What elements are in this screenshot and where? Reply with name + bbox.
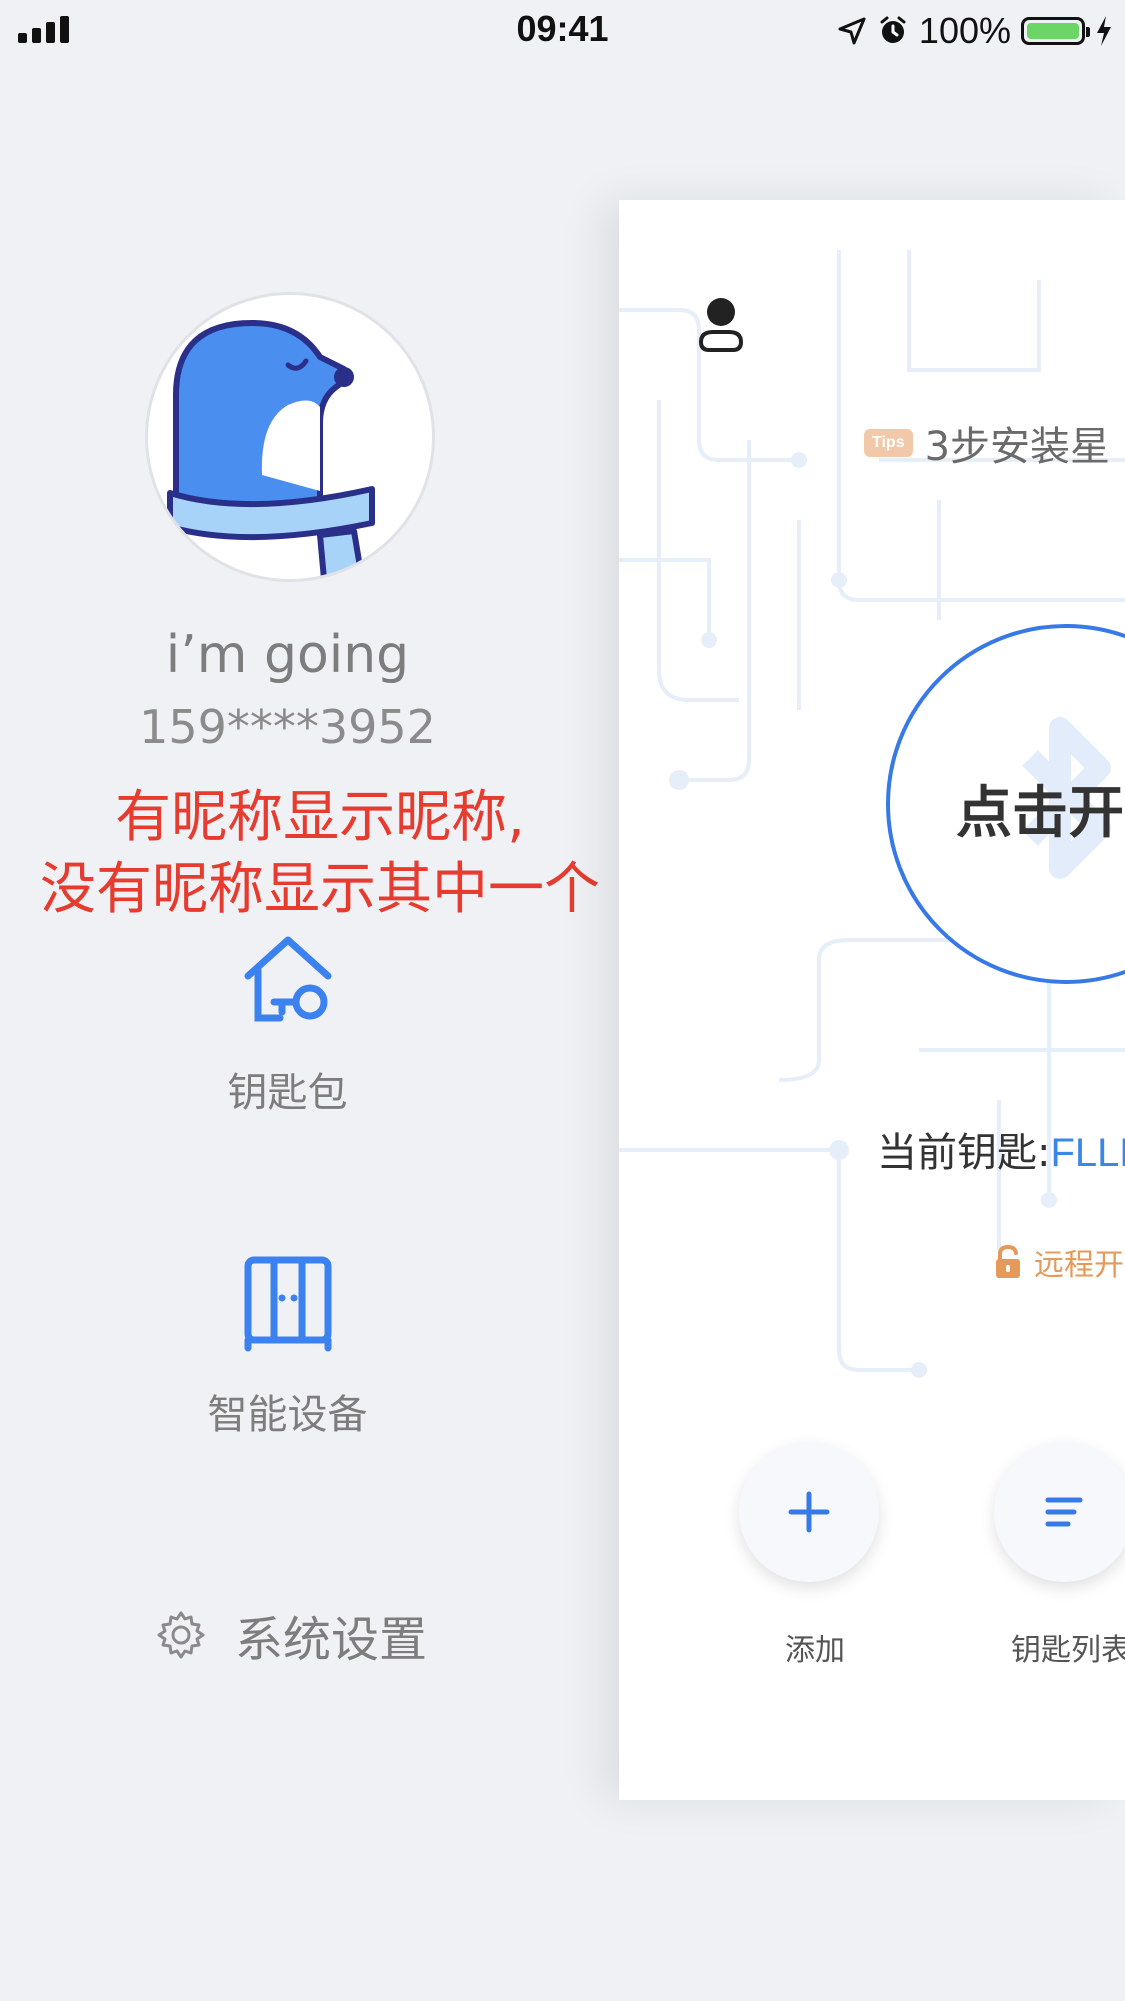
menu-label-key-wallet: 钥匙包 bbox=[227, 1070, 348, 1116]
user-profile-icon[interactable] bbox=[693, 296, 749, 352]
cabinet-icon bbox=[244, 1256, 331, 1352]
mole-avatar-icon bbox=[167, 320, 375, 579]
list-icon bbox=[1045, 1497, 1083, 1527]
add-label: 添加 bbox=[785, 1633, 845, 1668]
current-key-value: FLLL bbox=[1050, 1131, 1125, 1175]
key-list-label: 钥匙列表 bbox=[1011, 1633, 1125, 1668]
current-key: 当前钥匙:FLLL bbox=[877, 1120, 1125, 1178]
plus-icon bbox=[788, 1491, 830, 1533]
house-key-icon bbox=[244, 936, 331, 1022]
add-button[interactable] bbox=[739, 1442, 879, 1582]
tips-text: 3步安装星 bbox=[924, 424, 1111, 470]
annotation-line-2: 没有昵称显示其中一个 bbox=[40, 857, 600, 922]
remote-open-button[interactable]: 远程开 bbox=[994, 1240, 1124, 1284]
tips-badge: Tips bbox=[864, 429, 913, 457]
system-settings-button[interactable]: 系统设置 bbox=[155, 1600, 427, 1670]
menu-label-smart-devices: 智能设备 bbox=[207, 1392, 368, 1438]
unlock-icon bbox=[996, 1244, 1020, 1278]
annotation-line-1: 有昵称显示昵称, bbox=[115, 785, 525, 850]
unlock-text: 点击开 bbox=[956, 781, 1124, 846]
annotation-note: 有昵称显示昵称, 没有昵称显示其中一个 bbox=[0, 782, 640, 926]
battery-icon bbox=[1021, 17, 1090, 45]
menu-item-smart-devices[interactable]: 智能设备 bbox=[0, 1252, 575, 1440]
status-bar: 09:41 100% bbox=[0, 0, 1125, 64]
gear-icon bbox=[157, 1611, 205, 1659]
menu-item-key-wallet[interactable]: 钥匙包 bbox=[0, 930, 575, 1118]
nickname: i’m going bbox=[165, 625, 410, 685]
battery-percent: 100% bbox=[918, 10, 1011, 51]
main-screen-card[interactable]: Tips 3步安装星 点击开 当前钥匙:FLLL 远程开 添加 钥匙列表 bbox=[619, 200, 1125, 1800]
status-right: 100% bbox=[837, 10, 1113, 52]
key-list-button[interactable] bbox=[994, 1442, 1125, 1582]
remote-open-label: 远程开 bbox=[1034, 1248, 1124, 1283]
avatar[interactable] bbox=[145, 292, 435, 582]
settings-label: 系统设置 bbox=[235, 1612, 428, 1668]
location-icon bbox=[838, 17, 866, 45]
alarm-icon bbox=[880, 16, 906, 43]
tips-banner[interactable]: Tips 3步安装星 bbox=[864, 414, 1110, 472]
charging-icon bbox=[1097, 16, 1111, 46]
current-key-label: 当前钥匙: bbox=[877, 1130, 1051, 1176]
phone-number: 159****3952 bbox=[139, 700, 436, 754]
